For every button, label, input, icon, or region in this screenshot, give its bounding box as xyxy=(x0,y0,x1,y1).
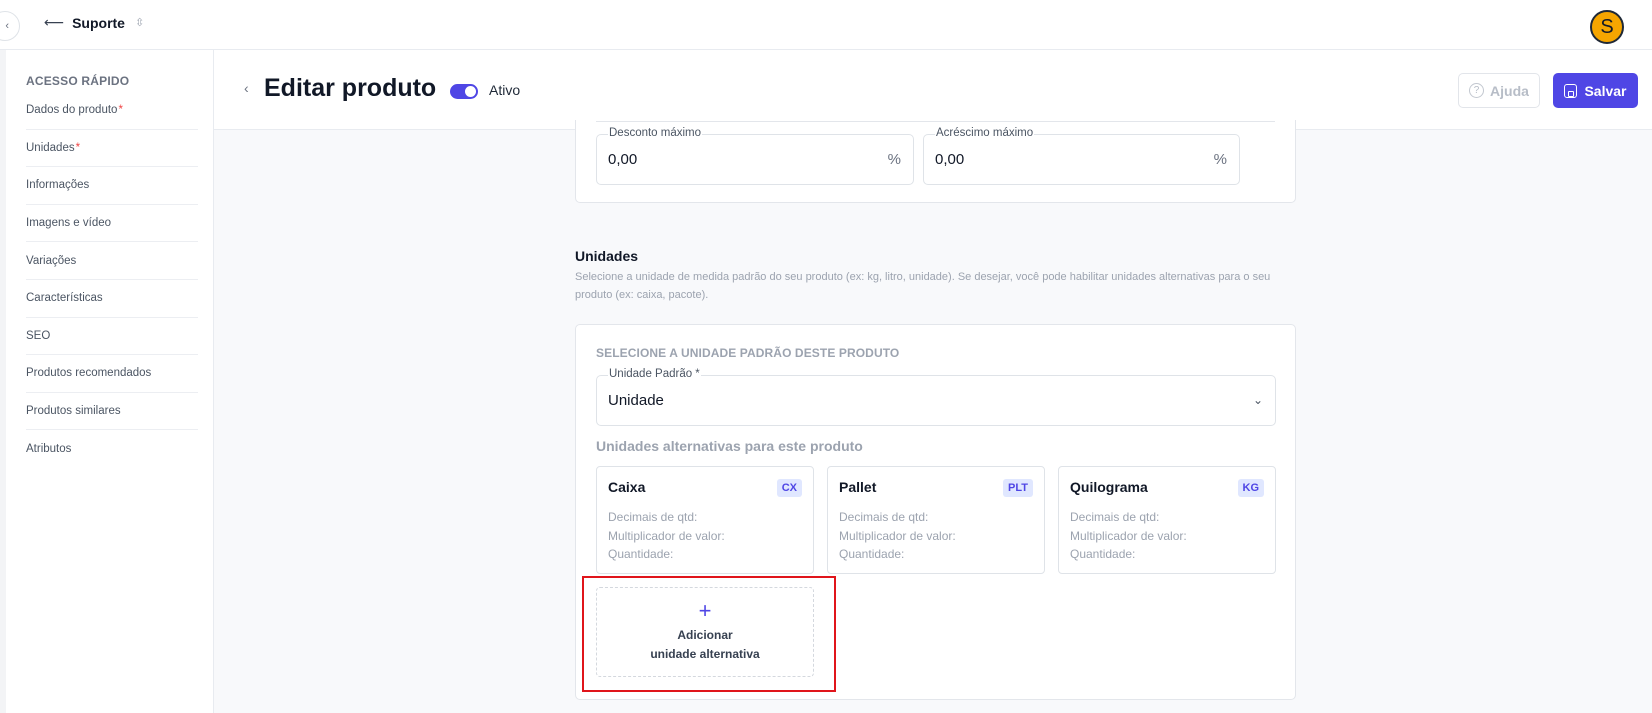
unit-name: Quilograma xyxy=(1070,479,1148,495)
unit-code-badge: KG xyxy=(1237,479,1264,497)
org-name: Suporte xyxy=(72,14,125,31)
alt-unit-card-pallet[interactable]: Pallet PLT Decimais de qtd: Multiplicado… xyxy=(827,466,1045,574)
sidebar-title: ACESSO RÁPIDO xyxy=(26,74,130,88)
sidebar-item-unidades[interactable]: Unidades * xyxy=(26,130,198,168)
main-content[interactable]: Desconto máximo 0,00 % Acréscimo máximo … xyxy=(214,120,1652,713)
field-value: 0,00 xyxy=(608,151,638,168)
sort-icon: ⇳ xyxy=(134,17,145,29)
select-label: Unidade Padrão * xyxy=(608,368,701,380)
max-surcharge-field[interactable]: Acréscimo máximo 0,00 % xyxy=(923,127,1240,185)
sidebar-item-produtos-similares[interactable]: Produtos similares xyxy=(26,393,198,431)
save-button[interactable]: Salvar xyxy=(1553,73,1638,108)
unit-meta: Decimais de qtd: Multiplicador de valor:… xyxy=(839,510,956,561)
field-value: 0,00 xyxy=(935,151,965,168)
active-toggle-label: Ativo xyxy=(489,82,521,98)
unit-name: Pallet xyxy=(839,479,877,495)
sidebar-item-seo[interactable]: SEO xyxy=(26,318,198,356)
unit-code-badge: CX xyxy=(776,479,802,497)
unit-meta: Decimais de qtd: Multiplicador de valor:… xyxy=(1070,510,1187,561)
avatar[interactable]: S xyxy=(1590,10,1624,44)
sidebar-item-caracteristicas[interactable]: Características xyxy=(26,280,198,318)
unit-code-badge: PLT xyxy=(1003,479,1033,497)
back-chevron-icon[interactable]: ‹ xyxy=(244,80,249,96)
default-unit-select[interactable]: Unidade Padrão * Unidade ⌄ xyxy=(596,368,1276,426)
units-section-description: Selecione a unidade de medida padrão do … xyxy=(575,271,1271,301)
active-toggle[interactable] xyxy=(450,84,478,99)
page-header: ‹ Editar produto Ativo ? Ajuda Salvar xyxy=(214,50,1652,130)
save-label: Salvar xyxy=(1584,82,1627,99)
help-label: Ajuda xyxy=(1490,82,1529,99)
back-arrow-icon: ⟵ xyxy=(44,14,65,30)
chevron-down-icon: ⌄ xyxy=(1252,393,1263,407)
select-value: Unidade xyxy=(608,392,664,409)
sidebar-item-variacoes[interactable]: Variações xyxy=(26,242,198,280)
percent-suffix: % xyxy=(1213,151,1227,168)
sidebar-item-imagens-e-video[interactable]: Imagens e vídeo xyxy=(26,205,198,243)
quick-access-sidebar: ACESSO RÁPIDO Dados do produto * Unidades… xyxy=(0,50,214,713)
max-discount-field[interactable]: Desconto máximo 0,00 % xyxy=(596,127,914,185)
help-button[interactable]: ? Ajuda xyxy=(1458,73,1540,108)
toggle-knob xyxy=(465,86,476,97)
unit-name: Caixa xyxy=(608,479,646,495)
top-bar: ‹ ⟵ Suporte ⇳ S xyxy=(0,0,1652,50)
save-icon xyxy=(1564,83,1578,98)
sidebar-item-produtos-recomendados[interactable]: Produtos recomendados xyxy=(26,355,198,393)
alt-unit-card-caixa[interactable]: Caixa CX Decimais de qtd: Multiplicador … xyxy=(596,466,814,574)
page-title: Editar produto xyxy=(264,74,437,102)
help-icon: ? xyxy=(1469,83,1485,98)
field-label: Desconto máximo xyxy=(608,127,703,139)
divider xyxy=(596,120,1275,122)
units-section-title: Unidades xyxy=(575,248,639,264)
field-label: Acréscimo máximo xyxy=(935,127,1035,139)
alternative-units-title: Unidades alternativas para este produto xyxy=(596,438,863,454)
alt-unit-card-quilograma[interactable]: Quilograma KG Decimais de qtd: Multiplic… xyxy=(1058,466,1276,574)
unit-meta: Decimais de qtd: Multiplicador de valor:… xyxy=(608,510,725,561)
sidebar-item-informacoes[interactable]: Informações xyxy=(26,167,198,205)
sidebar-item-atributos[interactable]: Atributos xyxy=(26,430,198,468)
highlight-box xyxy=(582,576,836,692)
chevron-left-icon[interactable]: ‹ xyxy=(0,11,20,41)
default-unit-caption: SELECIONE A UNIDADE PADRÃO DESTE PRODUTO xyxy=(596,346,900,360)
percent-suffix: % xyxy=(887,151,901,168)
pricing-card: Desconto máximo 0,00 % Acréscimo máximo … xyxy=(575,120,1296,203)
org-switcher[interactable]: ⟵ Suporte ⇳ xyxy=(44,14,144,31)
sidebar-item-dados-do-produto[interactable]: Dados do produto * xyxy=(26,92,198,130)
